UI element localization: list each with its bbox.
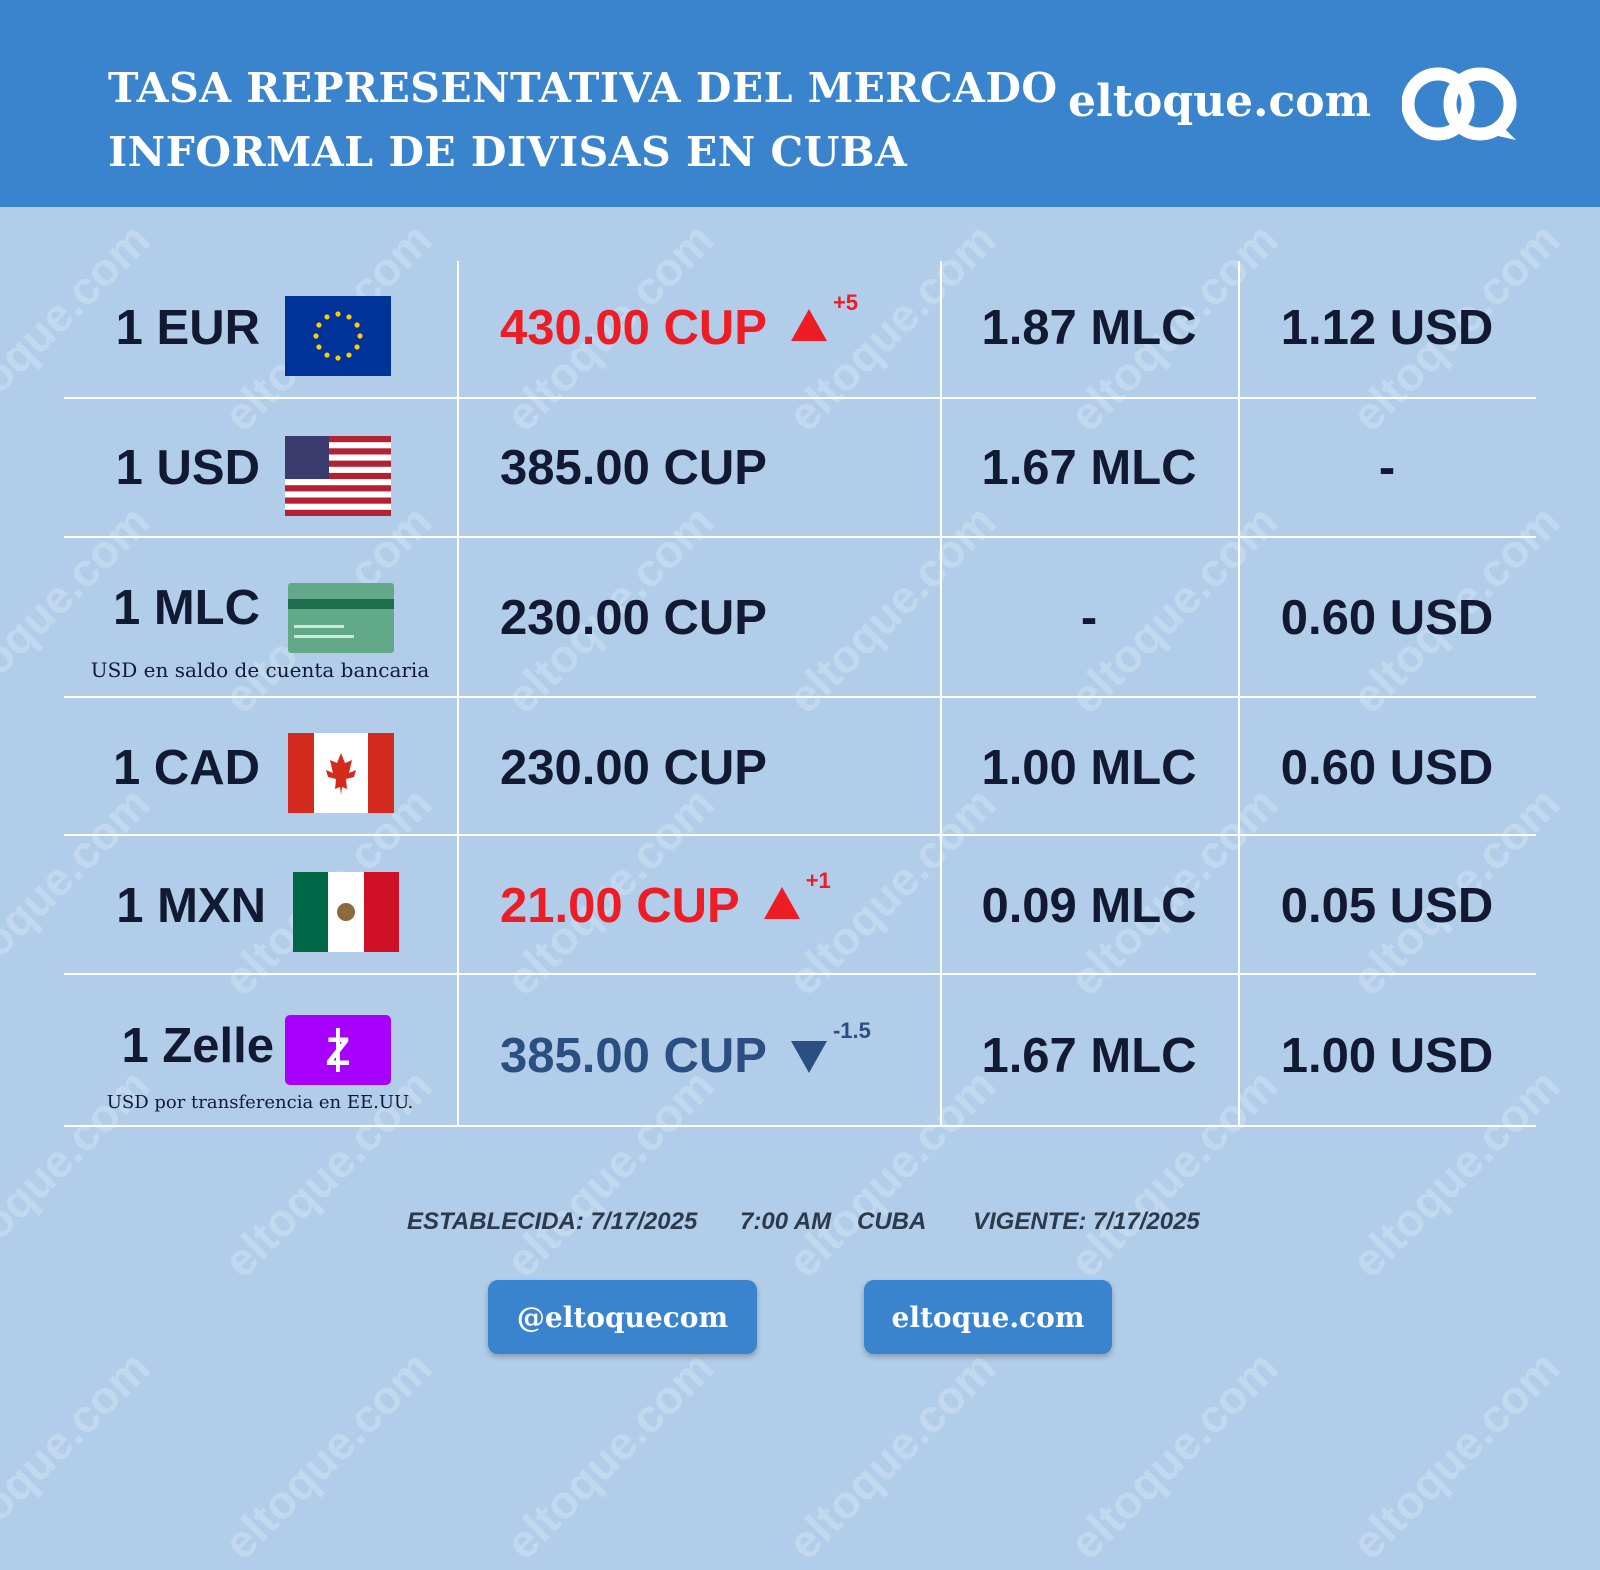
social-handle-button[interactable]: @eltoquecom [488,1280,757,1354]
header: TASA REPRESENTATIVA DEL MERCADO INFORMAL … [0,0,1600,207]
currency-label: 1 EUR [115,301,260,355]
trend-up-icon [763,887,800,920]
eu-star [324,314,330,320]
watermark-text: eltoque.com [1059,1058,1288,1288]
eu-star [335,311,341,317]
brand-name: eltoque.com [1068,76,1372,127]
eu-flag-icon [285,296,391,376]
eltoque-logo-icon [1402,67,1517,141]
column-divider [1238,261,1240,1127]
cup-value: 430.00 CUP [500,301,767,355]
currency-label: 1 USD [115,441,260,495]
mlc-rate: 1.67 MLC [981,1029,1197,1083]
currency-subtitle: USD por transferencia en EE.UU. [106,1092,414,1113]
row-divider [64,834,1536,836]
row-divider [64,973,1536,975]
mlc-rate: 1.67 MLC [981,441,1197,495]
currency-label: 1 MLC [113,581,260,635]
cup-rate: 430.00 CUP +5 [500,290,858,356]
location: CUBA [857,1208,927,1235]
column-divider [940,261,942,1127]
currency-label: 1 CAD [112,741,260,795]
zelle-icon: Z [285,1015,391,1085]
cup-rate: 21.00 CUP +1 [500,868,831,934]
mx-flag-icon [293,872,399,952]
usd-rate: - [1378,441,1396,495]
row-divider [64,1125,1536,1127]
eu-star [316,322,322,328]
row-divider [64,397,1536,399]
eu-star [354,344,360,350]
title-line-1: TASA REPRESENTATIVA DEL MERCADO [108,64,1058,112]
established-time: 7:00 AM [740,1208,832,1235]
eu-star [346,352,352,358]
row-divider [64,696,1536,698]
currency-label: 1 MXN [116,879,266,933]
website-button[interactable]: eltoque.com [864,1280,1112,1354]
mlc-rate: 1.87 MLC [981,301,1197,355]
cup-value: 21.00 CUP [500,879,740,933]
cup-value: 385.00 CUP [500,1029,767,1083]
watermark-text: eltoque.com [495,1340,724,1570]
row-divider [64,536,1536,538]
column-divider [457,261,459,1127]
usd-rate: 0.60 USD [1280,591,1494,645]
mlc-rate: 1.00 MLC [981,741,1197,795]
currency-subtitle: USD en saldo de cuenta bancaria [90,658,430,682]
ca-flag-icon [288,733,394,813]
watermark-text: eltoque.com [1341,1058,1570,1288]
usd-rate: 0.60 USD [1280,741,1494,795]
usd-rate: 1.00 USD [1280,1029,1494,1083]
cup-rate: 385.00 CUP -1.5 [500,1018,871,1084]
usd-rate: 1.12 USD [1280,301,1494,355]
watermark-text: eltoque.com [0,1340,160,1570]
watermark-text: eltoque.com [495,1058,724,1288]
eu-star [316,344,322,350]
rate-change: -1.5 [832,1018,871,1043]
eu-star [313,333,319,339]
usd-rate: 0.05 USD [1280,879,1494,933]
currency-label: 1 Zelle [121,1019,274,1073]
mlc-rate: 0.09 MLC [981,879,1197,933]
cup-rate: 230.00 CUP [500,591,767,645]
watermark-text: eltoque.com [777,1340,1006,1570]
eu-star [335,355,341,361]
trend-down-icon [790,1041,827,1074]
us-flag-icon [285,436,391,516]
watermark-text: eltoque.com [1341,1340,1570,1570]
watermark-text: eltoque.com [777,1058,1006,1288]
trend-up-icon [790,309,827,342]
card-icon [288,583,394,653]
rate-change: +1 [805,868,831,893]
page-title: TASA REPRESENTATIVA DEL MERCADO INFORMAL … [108,56,1058,184]
mlc-rate: - [1080,591,1098,645]
valid-date: VIGENTE: 7/17/2025 [973,1208,1200,1235]
watermark-text: eltoque.com [1059,1340,1288,1570]
rate-change: +5 [832,290,859,315]
eu-star [354,322,360,328]
established-date: ESTABLECIDA: 7/17/2025 [407,1208,698,1235]
eu-star [324,352,330,358]
eu-star [357,333,363,339]
cup-rate: 230.00 CUP [500,741,767,795]
watermark-text: eltoque.com [213,1340,442,1570]
cup-rate: 385.00 CUP [500,441,767,495]
title-line-2: INFORMAL DE DIVISAS EN CUBA [108,128,908,176]
eu-star [346,314,352,320]
